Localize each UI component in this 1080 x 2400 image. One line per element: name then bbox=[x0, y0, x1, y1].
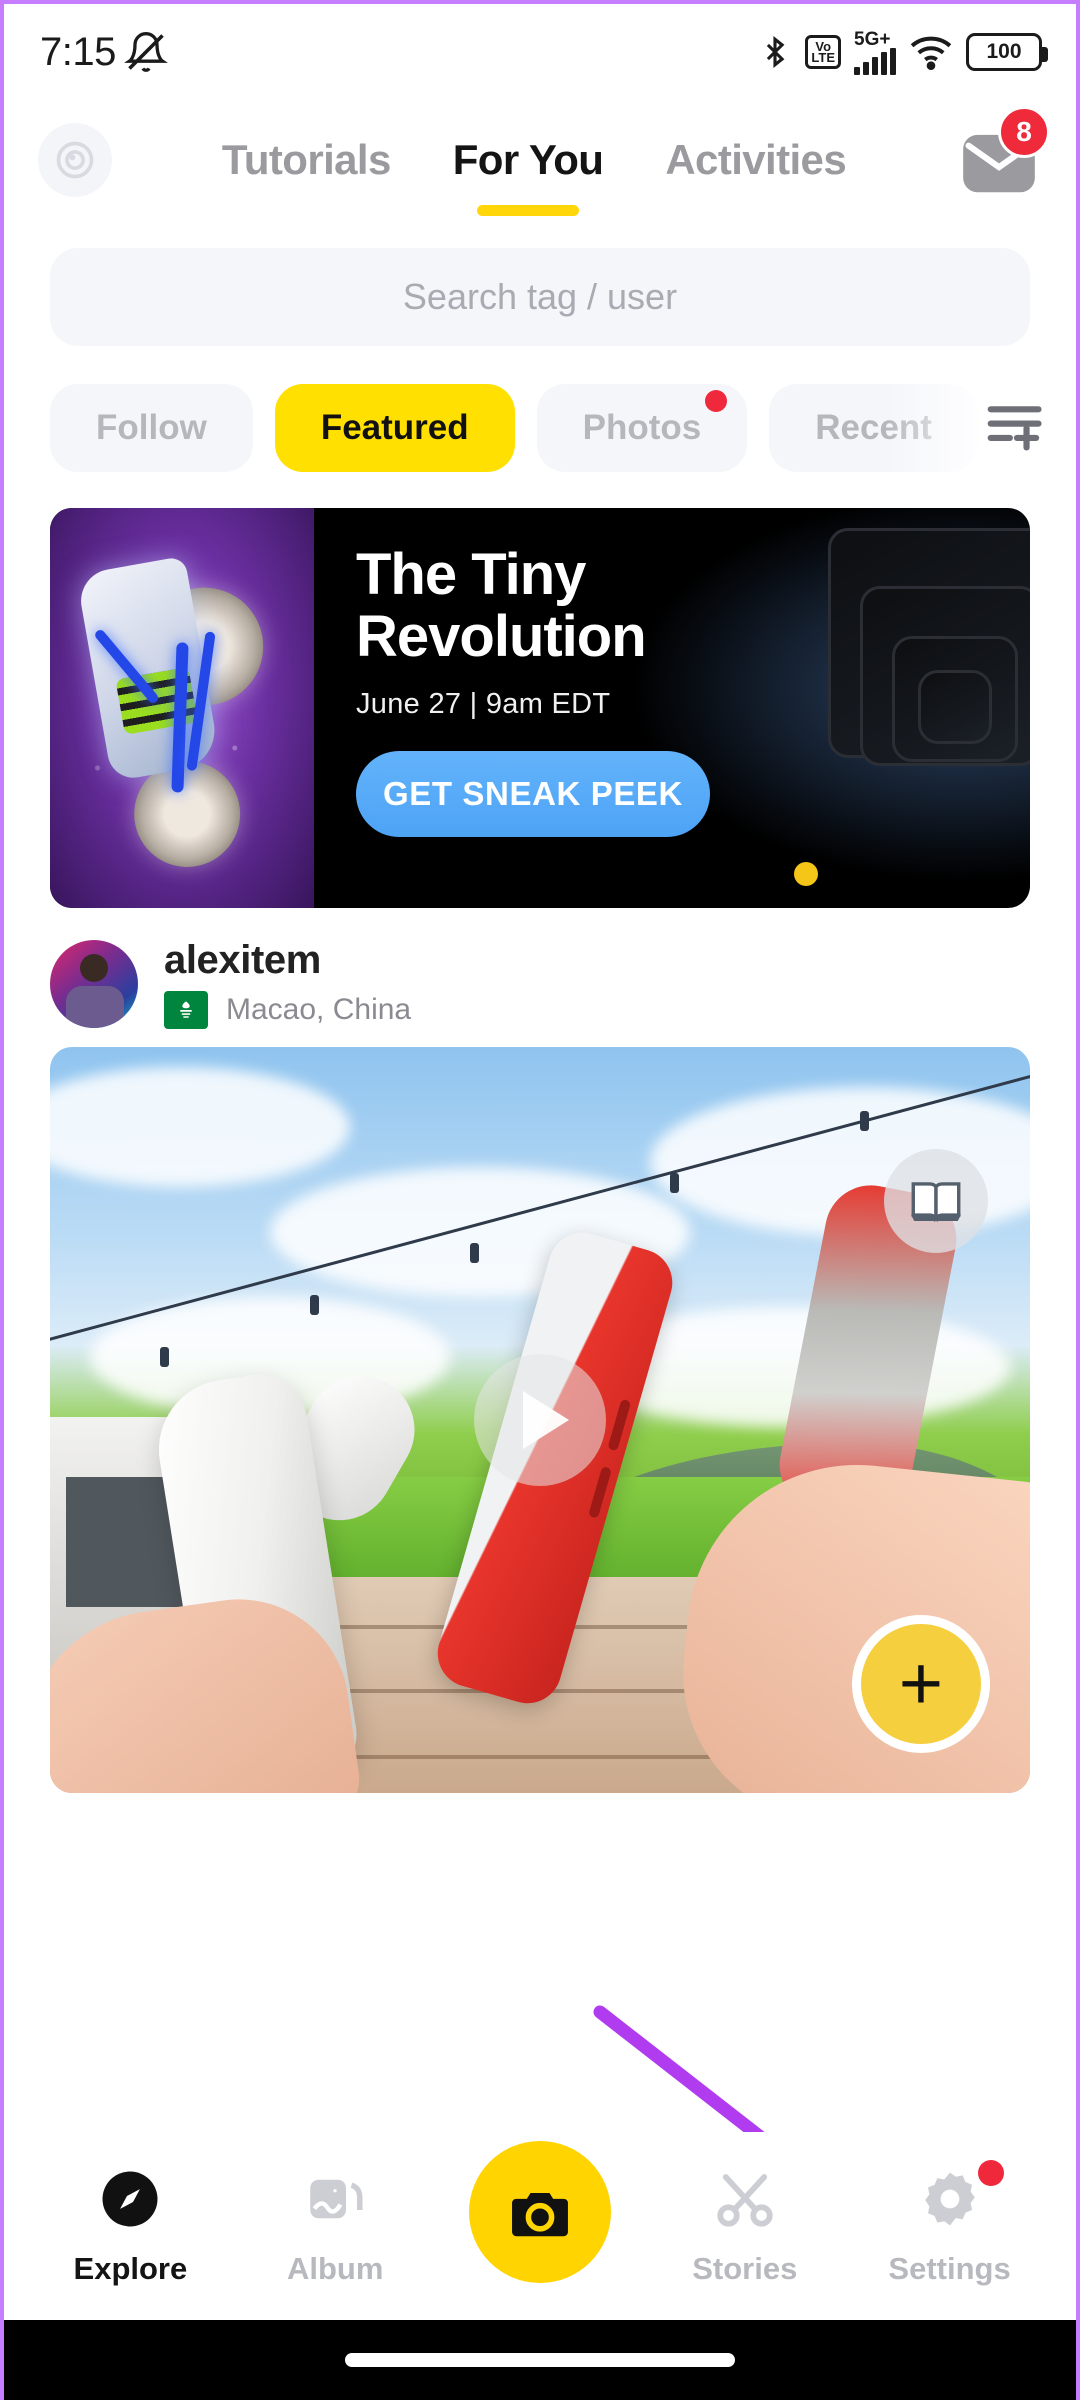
nav-item-camera[interactable] bbox=[450, 2141, 630, 2297]
post-location-label: Macao, China bbox=[226, 993, 412, 1026]
nav-item-stories[interactable]: Stories bbox=[655, 2166, 835, 2287]
tab-tutorials[interactable]: Tutorials bbox=[222, 136, 391, 184]
banner-content: The Tiny Revolution June 27 | 9am EDT GE… bbox=[314, 508, 1030, 908]
battery-icon: 100 bbox=[966, 33, 1048, 71]
gesture-navigation-area bbox=[4, 2320, 1076, 2400]
nav-label-stories: Stories bbox=[692, 2250, 798, 2286]
play-icon[interactable] bbox=[474, 1354, 606, 1486]
banner-title-line2: Revolution bbox=[356, 604, 647, 669]
compass-icon bbox=[97, 2166, 163, 2237]
chip-photos[interactable]: Photos bbox=[536, 384, 748, 472]
status-bar-right: Vo LTE 5G+ 100 bbox=[758, 30, 1048, 75]
battery-level: 100 bbox=[986, 40, 1022, 63]
chip-row-fade bbox=[886, 376, 1076, 480]
tab-activities[interactable]: Activities bbox=[665, 136, 846, 184]
plus-icon[interactable]: + bbox=[852, 1615, 990, 1753]
banner-artwork bbox=[50, 508, 314, 908]
wifi-icon bbox=[909, 34, 953, 70]
top-navigation: Tutorials For You Activities 8 bbox=[4, 100, 1076, 220]
nav-item-album[interactable]: Album bbox=[245, 2166, 425, 2287]
lens-camera-icon[interactable] bbox=[38, 123, 112, 197]
inbox-mail-icon[interactable]: 8 bbox=[956, 106, 1050, 200]
bluetooth-icon bbox=[758, 32, 792, 72]
signal-bar-group bbox=[854, 47, 896, 75]
post-location: Macao, China bbox=[164, 991, 411, 1029]
get-sneak-peek-button[interactable]: GET SNEAK PEEK bbox=[356, 751, 710, 837]
nav-label-explore: Explore bbox=[73, 2250, 188, 2286]
post-meta: alexitem Macao, China bbox=[164, 938, 411, 1029]
settings-notification-dot bbox=[977, 2159, 1004, 2186]
list-add-filter-icon[interactable] bbox=[986, 399, 1048, 458]
book-icon[interactable] bbox=[884, 1149, 988, 1253]
tab-bar: Tutorials For You Activities bbox=[112, 136, 956, 184]
post-header: alexitem Macao, China bbox=[4, 908, 1076, 1047]
status-bar-left: 7:15 bbox=[40, 30, 168, 75]
search-input[interactable]: Search tag / user bbox=[50, 248, 1030, 346]
volte-bottom: LTE bbox=[811, 50, 835, 65]
nav-item-explore[interactable]: Explore bbox=[40, 2166, 220, 2287]
avatar[interactable] bbox=[50, 939, 138, 1028]
status-bar: 7:15 Vo LTE 5G+ 100 bbox=[4, 4, 1076, 100]
post-username[interactable]: alexitem bbox=[164, 938, 411, 983]
photos-icon bbox=[302, 2166, 368, 2237]
app-screen: 7:15 Vo LTE 5G+ 100 Tutorials For You Ac… bbox=[0, 0, 1080, 2400]
nav-item-settings[interactable]: Settings bbox=[860, 2159, 1040, 2287]
banner-title-line1: The Tiny bbox=[356, 542, 586, 607]
inbox-badge: 8 bbox=[998, 106, 1050, 158]
tab-for-you[interactable]: For You bbox=[453, 136, 604, 184]
volte-icon: Vo LTE bbox=[805, 35, 841, 69]
macao-flag-icon bbox=[164, 991, 208, 1029]
bottom-navigation: Explore Album Stories Settings bbox=[4, 2132, 1076, 2320]
mute-bell-icon bbox=[123, 30, 168, 74]
post-media[interactable]: + bbox=[50, 1047, 1030, 1793]
status-time: 7:15 bbox=[40, 29, 116, 74]
carousel-dot-icon[interactable] bbox=[794, 862, 818, 886]
chip-photos-label: Photos bbox=[582, 408, 702, 447]
banner-datetime: June 27 | 9am EDT bbox=[356, 688, 611, 720]
camera-icon[interactable] bbox=[468, 2141, 611, 2283]
nav-label-album: Album bbox=[286, 2250, 384, 2286]
chip-featured[interactable]: Featured bbox=[274, 384, 515, 472]
nav-label-settings: Settings bbox=[888, 2250, 1011, 2286]
home-indicator[interactable] bbox=[345, 2353, 735, 2367]
signal-bars-icon: 5G+ bbox=[854, 30, 896, 75]
motorcycle-illustration bbox=[50, 519, 338, 902]
scissors-icon bbox=[712, 2166, 778, 2237]
chip-photos-dot bbox=[705, 390, 728, 412]
search-placeholder: Search tag / user bbox=[402, 276, 678, 317]
chip-follow[interactable]: Follow bbox=[50, 384, 253, 472]
gear-icon bbox=[917, 2166, 983, 2237]
promo-banner[interactable]: The Tiny Revolution June 27 | 9am EDT GE… bbox=[50, 508, 1030, 908]
filter-chip-row: Follow Featured Photos Recent bbox=[4, 376, 1076, 480]
network-type-label: 5G+ bbox=[854, 28, 891, 50]
